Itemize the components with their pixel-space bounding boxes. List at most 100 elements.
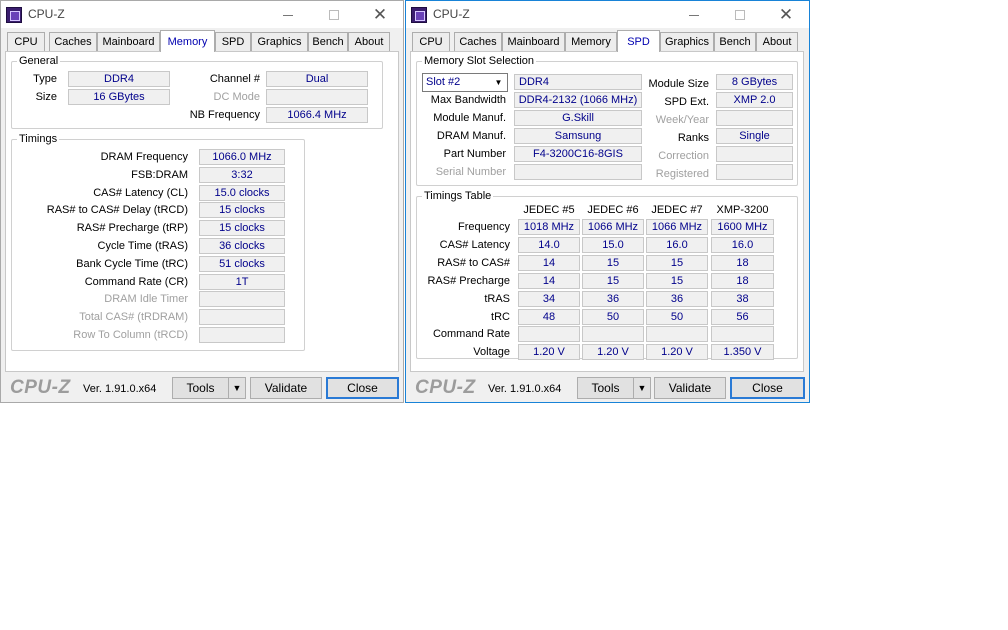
- version-text: Ver. 1.91.0.x64: [83, 383, 157, 395]
- table-cell: 15: [646, 254, 708, 271]
- title-bar[interactable]: CPU-Z ✕: [406, 1, 809, 28]
- minimize-button[interactable]: [671, 1, 717, 28]
- cpuz-window-memory: CPU-Z ✕ CPU Caches Mainboard Memory SPD …: [0, 0, 404, 403]
- tab-caches[interactable]: Caches: [49, 32, 97, 52]
- chevron-down-icon: ▼: [637, 383, 647, 393]
- tab-spd[interactable]: SPD: [617, 30, 660, 52]
- table-cell: 15: [646, 272, 708, 289]
- table-cell: 18: [711, 272, 774, 289]
- registered-label: Registered: [655, 168, 709, 180]
- slot-selection-group-label: Memory Slot Selection: [422, 54, 537, 68]
- close-window-button[interactable]: ✕: [357, 1, 403, 28]
- tools-button[interactable]: Tools: [172, 377, 229, 399]
- timing-label: RAS# Precharge (tRP): [76, 222, 188, 235]
- maximize-button[interactable]: [717, 1, 763, 28]
- tab-spd[interactable]: SPD: [215, 32, 251, 52]
- chevron-down-icon: ▼: [232, 383, 242, 393]
- tab-graphics[interactable]: Graphics: [251, 32, 308, 52]
- table-cell: 14: [518, 272, 580, 289]
- timing-value: 36 clocks: [199, 238, 285, 254]
- table-cell: [646, 326, 708, 343]
- table-cell: [518, 326, 580, 343]
- footer-bar: CPU-Z Ver. 1.91.0.x64 Tools ▼ Validate C…: [1, 374, 403, 402]
- ranks-value: Single: [716, 128, 793, 144]
- validate-button[interactable]: Validate: [250, 377, 322, 399]
- table-cell: 38: [711, 290, 774, 307]
- close-button[interactable]: Close: [730, 377, 805, 399]
- slot-select[interactable]: Slot #2 ▼: [422, 73, 508, 92]
- close-window-button[interactable]: ✕: [763, 1, 809, 28]
- tools-dropdown-button[interactable]: ▼: [633, 377, 651, 399]
- validate-button[interactable]: Validate: [654, 377, 726, 399]
- close-button[interactable]: Close: [326, 377, 399, 399]
- timing-label: RAS# to CAS# Delay (tRCD): [46, 204, 188, 217]
- table-cell: 1.350 V: [711, 344, 774, 361]
- tab-about[interactable]: About: [756, 32, 798, 52]
- tab-caches[interactable]: Caches: [454, 32, 502, 52]
- tab-cpu[interactable]: CPU: [7, 32, 45, 52]
- max-bandwidth-label: Max Bandwidth: [430, 94, 506, 106]
- tab-mainboard[interactable]: Mainboard: [502, 32, 565, 52]
- table-cell: 1.20 V: [582, 344, 644, 361]
- table-row-label: Voltage: [473, 346, 510, 359]
- correction-value: [716, 146, 793, 162]
- minimize-icon: [689, 14, 699, 16]
- table-cell: 16.0: [711, 236, 774, 253]
- module-manuf-value: G.Skill: [514, 110, 642, 126]
- maximize-icon: [329, 10, 339, 21]
- timing-value: 3:32: [199, 166, 285, 183]
- week-year-value: [716, 110, 793, 126]
- timings-table-group: Timings Table JEDEC #5 JEDEC #6 JEDEC #7 XM…: [416, 189, 798, 361]
- size-value: 16 GBytes: [68, 89, 170, 105]
- window-title: CPU-Z: [28, 7, 65, 21]
- tab-mainboard[interactable]: Mainboard: [97, 32, 160, 52]
- table-row-label: RAS# to CAS#: [437, 256, 510, 269]
- cpuz-logo: CPU-Z: [10, 377, 71, 398]
- table-cell: 36: [582, 290, 644, 307]
- spd-ext-value: XMP 2.0: [716, 92, 793, 108]
- tab-bench[interactable]: Bench: [714, 32, 756, 52]
- dc-mode-label: DC Mode: [213, 91, 260, 103]
- maximize-button[interactable]: [311, 1, 357, 28]
- table-cell: 18: [711, 254, 774, 271]
- week-year-label: Week/Year: [655, 114, 709, 126]
- timings-group: Timings DRAM Frequency 1066.0 MHz FSB:DRAM…: [11, 132, 305, 351]
- dram-manuf-value: Samsung: [514, 128, 642, 144]
- type-label: Type: [33, 73, 57, 85]
- table-cell: 16.0: [646, 236, 708, 253]
- footer-bar: CPU-Z Ver. 1.91.0.x64 Tools ▼ Validate C…: [406, 374, 809, 402]
- tab-cpu[interactable]: CPU: [412, 32, 450, 52]
- timings-table-group-label: Timings Table: [422, 189, 494, 203]
- table-row-label: tRAS: [484, 292, 510, 305]
- tab-memory[interactable]: Memory: [565, 32, 617, 52]
- table-cell: 1018 MHz: [518, 219, 580, 235]
- tab-graphics[interactable]: Graphics: [660, 32, 714, 52]
- column-header: JEDEC #7: [651, 204, 703, 216]
- timing-value: 15.0 clocks: [199, 184, 285, 201]
- channel-value: Dual: [266, 71, 368, 87]
- table-cell: 50: [646, 308, 708, 325]
- dc-mode-value: [266, 89, 368, 105]
- tools-button[interactable]: Tools: [577, 377, 634, 399]
- table-cell: 56: [711, 308, 774, 325]
- tab-memory[interactable]: Memory: [160, 30, 215, 52]
- size-label: Size: [35, 91, 57, 103]
- table-cell: 50: [582, 308, 644, 325]
- title-bar[interactable]: CPU-Z ✕: [1, 1, 403, 28]
- table-cell: 1066 MHz: [646, 219, 708, 235]
- table-cell: [582, 326, 644, 343]
- timing-value: 51 clocks: [199, 255, 285, 272]
- column-header: JEDEC #6: [587, 204, 639, 216]
- version-text: Ver. 1.91.0.x64: [488, 383, 562, 395]
- memory-panel: General Type DDR4 Size 16 GBytes Channel…: [5, 51, 399, 372]
- cpuz-app-icon: [411, 7, 427, 23]
- tab-about[interactable]: About: [348, 32, 390, 52]
- timing-label: Row To Column (tRCD): [73, 329, 188, 341]
- minimize-button[interactable]: [265, 1, 311, 28]
- tab-bench[interactable]: Bench: [308, 32, 348, 52]
- table-cell: 1.20 V: [646, 344, 708, 361]
- table-cell: 34: [518, 290, 580, 307]
- timing-label: FSB:DRAM: [131, 168, 188, 181]
- timing-value: [199, 309, 285, 326]
- tools-dropdown-button[interactable]: ▼: [228, 377, 246, 399]
